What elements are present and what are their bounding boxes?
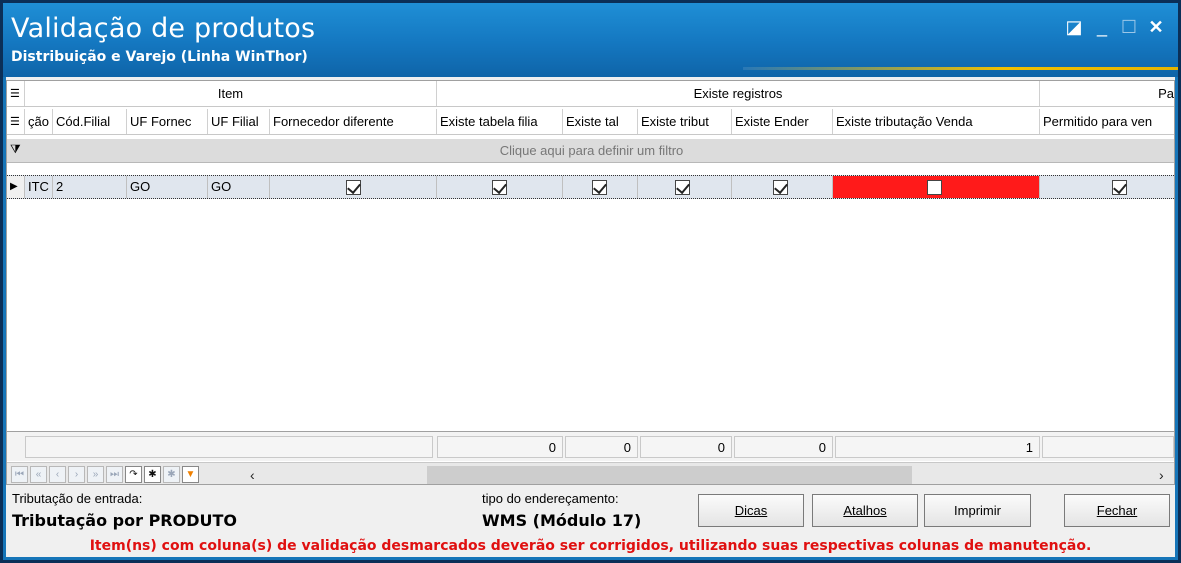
column-menu-icon[interactable]: ☰ <box>7 109 25 134</box>
filter-bar[interactable]: ⧩ Clique aqui para definir um filtro <box>7 139 1174 163</box>
footer-total: 0 <box>437 436 563 458</box>
dicas-label: Dicas <box>734 503 768 518</box>
footer-total: 0 <box>640 436 732 458</box>
validation-window: Validação de produtos Distribuição e Var… <box>0 0 1181 563</box>
enderecamento-value: WMS (Módulo 17) <box>482 511 642 530</box>
client-area: ☰ Item Existe registros Pa ☰ ção Cód.Fil… <box>6 77 1175 557</box>
checkbox[interactable] <box>346 180 361 195</box>
atalhos-button[interactable]: Atalhos <box>812 494 918 527</box>
window-title: Validação de produtos <box>11 13 316 44</box>
fechar-button[interactable]: Fechar <box>1064 494 1170 527</box>
column-header[interactable]: Permitido para ven <box>1040 109 1174 134</box>
cell-existe-tributacao-venda[interactable] <box>833 176 1040 198</box>
group-header-item: Item <box>25 81 437 106</box>
validation-warning: Item(ns) com coluna(s) de validação desm… <box>89 538 1092 554</box>
group-header-pa: Pa <box>1158 86 1174 101</box>
column-header[interactable]: Existe tal <box>563 109 638 134</box>
column-header[interactable]: Existe tributação Venda <box>833 109 1040 134</box>
delete-icon[interactable]: ✱ <box>163 466 180 483</box>
footer-total: 0 <box>734 436 833 458</box>
cell-uf-filial[interactable]: GO <box>208 176 270 198</box>
cell-existe-tabela-filial[interactable] <box>437 176 563 198</box>
checkbox[interactable] <box>492 180 507 195</box>
minimize-button[interactable]: _ <box>1091 17 1113 37</box>
insert-icon[interactable]: ✱ <box>144 466 161 483</box>
column-header[interactable]: UF Fornec <box>127 109 208 134</box>
cell-fornecedor-diferente[interactable] <box>270 176 437 198</box>
dicas-button[interactable]: Dicas <box>698 494 804 527</box>
footer-cell <box>1042 436 1174 458</box>
title-bar[interactable]: Validação de produtos Distribuição e Var… <box>3 3 1178 77</box>
checkbox[interactable] <box>675 180 690 195</box>
enderecamento-label: tipo do endereçamento: <box>482 491 619 506</box>
checkbox[interactable] <box>773 180 788 195</box>
cell-uf-fornec[interactable]: GO <box>127 176 208 198</box>
checkbox[interactable] <box>592 180 607 195</box>
column-header[interactable]: Existe Ender <box>732 109 833 134</box>
grid-footer: 0 0 0 0 1 <box>7 431 1174 461</box>
filter-icon[interactable]: ▼ <box>182 466 199 483</box>
validation-grid[interactable]: ☰ Item Existe registros Pa ☰ ção Cód.Fil… <box>6 80 1175 485</box>
footer-cell <box>25 436 433 458</box>
footer-total: 1 <box>835 436 1040 458</box>
tributacao-label: Tributação de entrada: <box>12 491 143 506</box>
atalhos-label: Atalhos <box>843 503 887 518</box>
cell-permitido-para-venda[interactable] <box>1040 176 1174 198</box>
cell-cod-filial[interactable]: 2 <box>53 176 127 198</box>
column-header[interactable]: Cód.Filial <box>53 109 127 134</box>
column-header[interactable]: Existe tribut <box>638 109 732 134</box>
maximize-button[interactable]: ☐ <box>1118 17 1140 37</box>
column-header[interactable]: Existe tabela filia <box>437 109 563 134</box>
fechar-label: Fechar <box>1096 503 1138 518</box>
imprimir-label: Imprimir <box>954 503 1001 518</box>
group-header-row: ☰ Item Existe registros Pa <box>7 81 1174 107</box>
restore-icon[interactable]: ◪ <box>1063 17 1085 37</box>
table-row[interactable]: ▶ ITC 2 GO GO <box>7 175 1174 199</box>
close-button[interactable]: ✕ <box>1145 17 1167 37</box>
tributacao-value: Tributação por PRODUTO <box>12 511 238 530</box>
cell-existe-ender[interactable] <box>732 176 833 198</box>
column-header[interactable]: Fornecedor diferente <box>270 109 437 134</box>
scroll-right-icon[interactable]: › <box>1159 466 1164 484</box>
footer-total: 0 <box>565 436 638 458</box>
cell-col0[interactable]: ITC <box>25 176 53 198</box>
column-header-row: ☰ ção Cód.Filial UF Fornec UF Filial For… <box>7 109 1174 135</box>
cell-existe-tribut[interactable] <box>638 176 732 198</box>
navigator-bar: ⏮ « ‹ › » ⏭ ↷ ✱ ✱ ▼ ‹ › <box>7 462 1174 484</box>
imprimir-button[interactable]: Imprimir <box>924 494 1031 527</box>
prev-record-icon[interactable]: ‹ <box>49 466 66 483</box>
column-chooser-icon[interactable]: ☰ <box>7 81 25 106</box>
first-record-icon[interactable]: ⏮ <box>11 466 28 483</box>
prev-page-icon[interactable]: « <box>30 466 47 483</box>
checkbox[interactable] <box>1112 180 1127 195</box>
column-header[interactable]: ção <box>25 109 53 134</box>
row-indicator-icon: ▶ <box>7 176 25 198</box>
cell-existe-tab[interactable] <box>563 176 638 198</box>
last-record-icon[interactable]: ⏭ <box>106 466 123 483</box>
checkbox[interactable] <box>927 180 942 195</box>
title-decoration <box>743 67 1178 70</box>
scroll-left-icon[interactable]: ‹ <box>250 466 255 484</box>
horizontal-scrollbar-thumb[interactable] <box>427 466 912 484</box>
window-subtitle: Distribuição e Varejo (Linha WinThor) <box>11 49 308 65</box>
filter-prompt[interactable]: Clique aqui para definir um filtro <box>7 139 1174 163</box>
group-header-existe: Existe registros <box>437 81 1040 106</box>
next-page-icon[interactable]: » <box>87 466 104 483</box>
refresh-icon[interactable]: ↷ <box>125 466 142 483</box>
column-header[interactable]: UF Filial <box>208 109 270 134</box>
next-record-icon[interactable]: › <box>68 466 85 483</box>
